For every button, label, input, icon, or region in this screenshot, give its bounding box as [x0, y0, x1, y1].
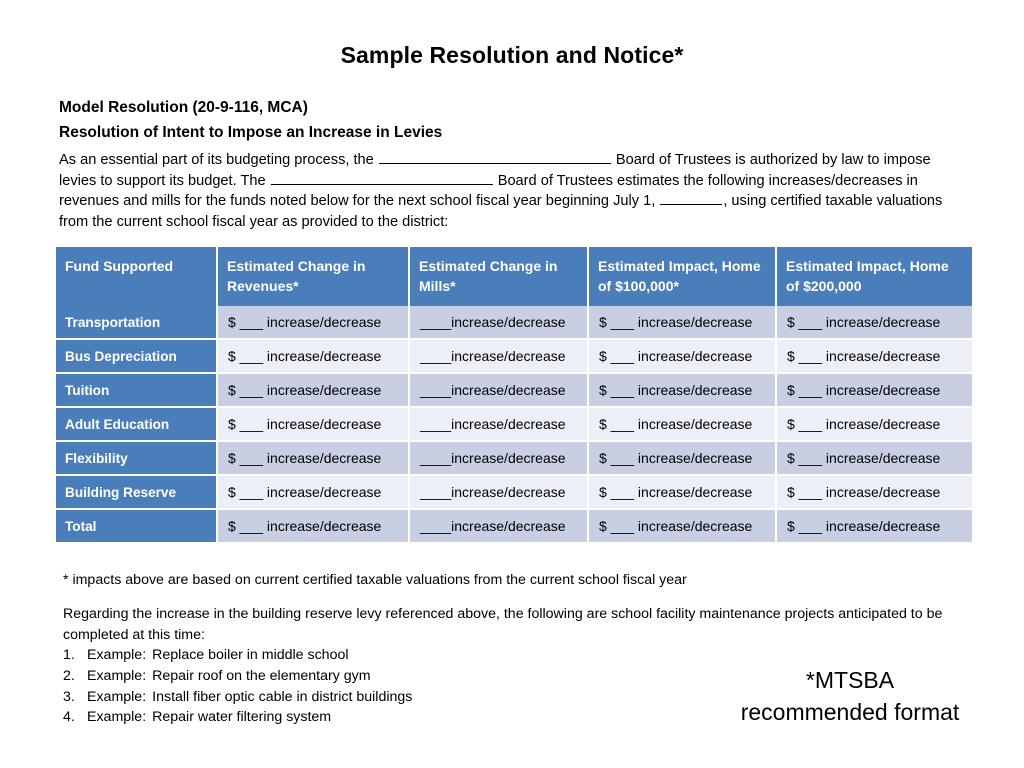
cell-building-reserve-impact100k[interactable]: $ ___ increase/decrease	[588, 475, 777, 510]
intro-paragraph: As an essential part of its budgeting pr…	[59, 150, 967, 232]
row-label-total: Total	[56, 509, 218, 542]
mtsba-note: *MTSBA recommended format	[690, 664, 1010, 728]
mtsba-note-line1: *MTSBA	[805, 667, 895, 693]
cell-transportation-impact200k[interactable]: $ ___ increase/decrease	[776, 306, 972, 340]
list-item-text: Install fiber optic cable in district bu…	[152, 688, 413, 705]
table-row: Total $ ___ increase/decrease ____increa…	[56, 509, 972, 542]
list-item-text: Repair water filtering system	[152, 709, 332, 726]
cell-adult-education-impact100k[interactable]: $ ___ increase/decrease	[588, 407, 777, 442]
heading-resolution-of-intent: Resolution of Intent to Impose an Increa…	[59, 124, 443, 141]
list-item-number: 1.	[63, 647, 75, 663]
cell-adult-education-mills[interactable]: ____increase/decrease	[409, 407, 589, 442]
table-header-row: Fund Supported Estimated Change in Reven…	[56, 247, 972, 306]
intro-segment-1: As an essential part of its budgeting pr…	[59, 152, 378, 168]
cell-bus-depreciation-impact100k[interactable]: $ ___ increase/decrease	[588, 339, 777, 374]
heading-block: Model Resolution (20-9-116, MCA) Resolut…	[59, 95, 979, 145]
cell-adult-education-revenues[interactable]: $ ___ increase/decrease	[217, 407, 410, 442]
table-row: Transportation $ ___ increase/decrease _…	[56, 306, 972, 340]
row-label-building-reserve: Building Reserve	[56, 475, 218, 510]
blank-district-name-2[interactable]	[270, 171, 493, 185]
cell-total-impact100k[interactable]: $ ___ increase/decrease	[588, 509, 777, 542]
list-item-text: Repair roof on the elementary gym	[152, 667, 371, 684]
row-label-flexibility: Flexibility	[56, 441, 218, 476]
list-item: 2. Example: Repair roof on the elementary …	[63, 666, 623, 687]
list-item-label: Example:	[87, 709, 147, 726]
page-title: Sample Resolution and Notice*	[340, 42, 684, 68]
levy-estimates-table: Fund Supported Estimated Change in Reven…	[56, 247, 972, 542]
row-label-bus-depreciation: Bus Depreciation	[56, 339, 218, 374]
row-label-tuition: Tuition	[56, 373, 218, 408]
document-page: Sample Resolution and Notice* Model Reso…	[0, 0, 1024, 768]
list-item-label: Example:	[87, 688, 147, 705]
column-header-estimated-impact-100k: Estimated Impact, Home of $100,000*	[588, 247, 777, 306]
list-item-label: Example:	[87, 667, 147, 684]
list-item: 1. Example: Replace boiler in middle schoo…	[63, 645, 623, 666]
table-row: Building Reserve $ ___ increase/decrease…	[56, 475, 972, 510]
column-header-fund-supported: Fund Supported	[56, 247, 218, 306]
list-item: 3. Example: Install fiber optic cable in d…	[63, 687, 623, 708]
cell-transportation-revenues[interactable]: $ ___ increase/decrease	[217, 306, 410, 340]
list-item: 4. Example: Repair water filtering system	[63, 707, 623, 728]
cell-total-mills[interactable]: ____increase/decrease	[409, 509, 589, 542]
cell-flexibility-impact100k[interactable]: $ ___ increase/decrease	[588, 441, 777, 476]
cell-transportation-mills[interactable]: ____increase/decrease	[409, 306, 589, 340]
cell-building-reserve-mills[interactable]: ____increase/decrease	[409, 475, 589, 510]
cell-adult-education-impact200k[interactable]: $ ___ increase/decrease	[776, 407, 972, 442]
list-item-text: Replace boiler in middle school	[152, 647, 349, 663]
cell-total-impact200k[interactable]: $ ___ increase/decrease	[776, 509, 972, 542]
list-item-label: Example:	[87, 647, 147, 663]
row-label-transportation: Transportation	[56, 306, 218, 340]
list-item-number: 4.	[63, 709, 75, 726]
cell-bus-depreciation-revenues[interactable]: $ ___ increase/decrease	[217, 339, 410, 374]
table-row: Bus Depreciation $ ___ increase/decrease…	[56, 339, 972, 374]
blank-district-name-1[interactable]	[378, 150, 611, 164]
list-item-number: 3.	[63, 688, 75, 705]
cell-tuition-impact100k[interactable]: $ ___ increase/decrease	[588, 373, 777, 408]
column-header-estimated-change-mills: Estimated Change in Mills*	[409, 247, 589, 306]
table-row: Adult Education $ ___ increase/decrease …	[56, 407, 972, 442]
heading-model-resolution: Model Resolution (20-9-116, MCA)	[59, 99, 308, 116]
cell-building-reserve-impact200k[interactable]: $ ___ increase/decrease	[776, 475, 972, 510]
cell-total-revenues[interactable]: $ ___ increase/decrease	[217, 509, 410, 542]
example-projects-list: 1. Example: Replace boiler in middle schoo…	[63, 645, 623, 728]
cell-flexibility-impact200k[interactable]: $ ___ increase/decrease	[776, 441, 972, 476]
cell-flexibility-mills[interactable]: ____increase/decrease	[409, 441, 589, 476]
mtsba-note-line2: recommended format	[740, 699, 960, 725]
row-label-adult-education: Adult Education	[56, 407, 218, 442]
cell-tuition-mills[interactable]: ____increase/decrease	[409, 373, 589, 408]
cell-bus-depreciation-mills[interactable]: ____increase/decrease	[409, 339, 589, 374]
blank-year[interactable]	[660, 191, 723, 206]
table-footnote: * impacts above are based on current cer…	[63, 572, 687, 588]
cell-tuition-revenues[interactable]: $ ___ increase/decrease	[217, 373, 410, 408]
table-row: Flexibility $ ___ increase/decrease ____…	[56, 441, 972, 476]
column-header-estimated-impact-200k: Estimated Impact, Home of $200,000	[776, 247, 972, 306]
cell-bus-depreciation-impact200k[interactable]: $ ___ increase/decrease	[776, 339, 972, 374]
list-item-number: 2.	[63, 667, 75, 684]
cell-transportation-impact100k[interactable]: $ ___ increase/decrease	[588, 306, 777, 340]
column-header-estimated-change-revenues: Estimated Change in Revenues*	[217, 247, 410, 306]
building-reserve-paragraph: Regarding the increase in the building r…	[63, 606, 943, 643]
table-row: Tuition $ ___ increase/decrease ____incr…	[56, 373, 972, 408]
cell-building-reserve-revenues[interactable]: $ ___ increase/decrease	[217, 475, 410, 510]
cell-flexibility-revenues[interactable]: $ ___ increase/decrease	[217, 441, 410, 476]
cell-tuition-impact200k[interactable]: $ ___ increase/decrease	[776, 373, 972, 408]
